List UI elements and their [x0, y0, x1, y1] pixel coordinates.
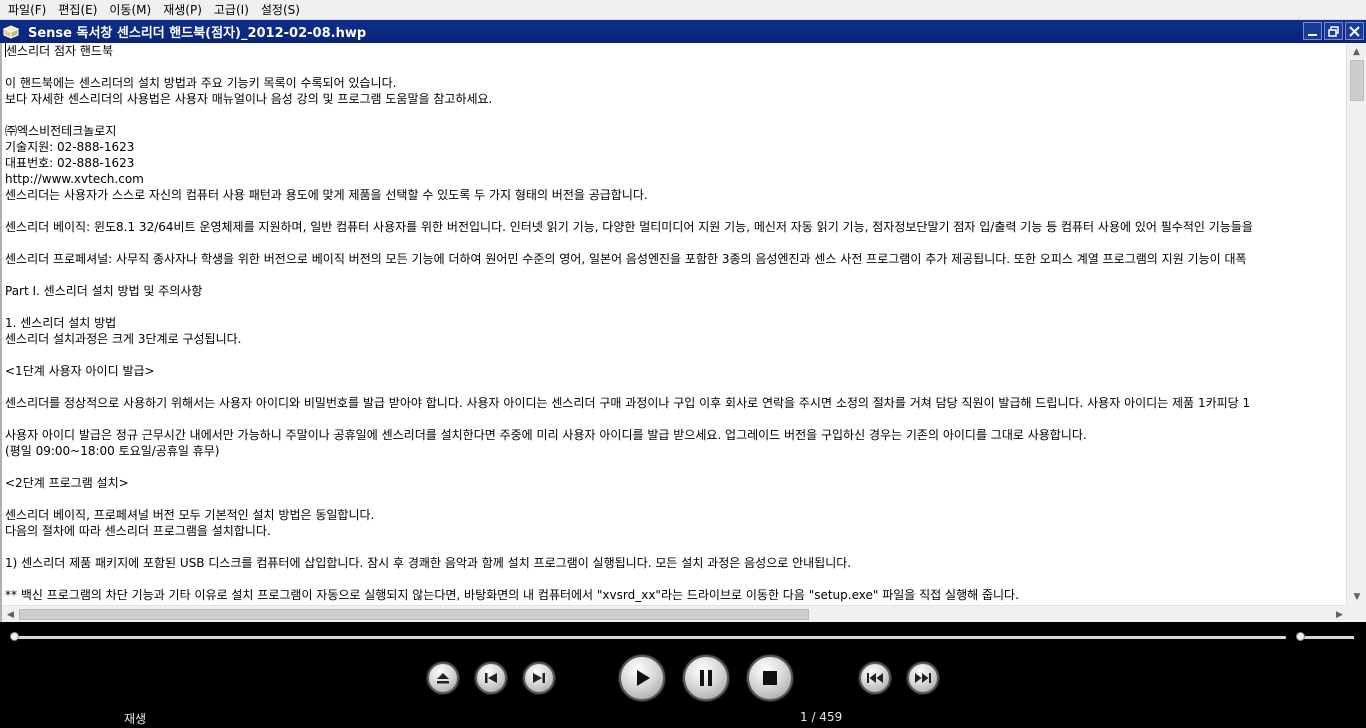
scrollbar-corner [1346, 605, 1366, 622]
scroll-down-icon[interactable]: ▼ [1347, 588, 1366, 605]
seek-bar[interactable] [14, 636, 1286, 639]
scroll-up-icon[interactable]: ▲ [1347, 43, 1366, 60]
document-line: 대표번호: 02-888-1623 [5, 156, 135, 170]
menu-advanced[interactable]: 고급(I) [208, 1, 255, 19]
next-button[interactable] [523, 662, 555, 694]
stop-button[interactable] [747, 655, 793, 701]
document-line: <2단계 프로그램 설치> [5, 476, 129, 490]
document-text[interactable]: 센스리더 점자 핸드북이 핸드북에는 센스리더의 설치 방법과 주요 기능키 목… [5, 43, 1345, 603]
document-line: <1단계 사용자 아이디 발급> [5, 364, 155, 378]
document-line: (평일 09:00~18:00 토요일/공휴일 휴무) [5, 444, 220, 458]
document-line: http://www.xvtech.com [5, 172, 144, 186]
page-indicator: 1 / 459 [800, 710, 843, 724]
document-line: 센스리더 설치과정은 크게 3단계로 구성됩니다. [5, 332, 242, 346]
minimize-icon [1308, 33, 1317, 36]
menu-bar: 파일(F) 편집(E) 이동(M) 재생(P) 고급(I) 설정(S) [0, 0, 1366, 20]
fast-forward-button[interactable] [907, 662, 939, 694]
document-line: 보다 자세한 센스리더의 사용법은 사용자 매뉴얼이나 음성 강의 및 프로그램… [5, 92, 493, 106]
menu-move[interactable]: 이동(M) [103, 1, 157, 19]
menu-play[interactable]: 재생(P) [157, 1, 208, 19]
eject-button[interactable] [427, 662, 459, 694]
vertical-scroll-thumb[interactable] [1350, 60, 1364, 101]
scroll-left-icon[interactable]: ◀ [2, 606, 19, 623]
document-line: 사용자 아이디 발급은 정규 근무시간 내에서만 가능하니 주말이나 공휴일에 … [5, 428, 1087, 442]
document-line: Part I. 센스리더 설치 방법 및 주의사항 [5, 284, 203, 298]
close-icon [1349, 25, 1360, 37]
rewind-button[interactable] [859, 662, 891, 694]
play-icon [637, 670, 650, 686]
pause-icon [700, 670, 712, 686]
vertical-scrollbar[interactable]: ▲ ▼ [1346, 43, 1366, 605]
eject-icon [437, 673, 449, 684]
document-line: 1. 센스리더 설치 방법 [5, 316, 117, 330]
stop-icon [763, 671, 777, 685]
volume-bar[interactable] [1298, 636, 1354, 639]
player-panel: 재생 1 / 459 [0, 622, 1366, 728]
menu-settings[interactable]: 설정(S) [255, 1, 306, 19]
menu-file[interactable]: 파일(F) [2, 1, 52, 19]
previous-icon [485, 673, 497, 683]
restore-button[interactable] [1324, 22, 1343, 40]
next-icon [533, 673, 545, 683]
document-line: 기술지원: 02-888-1623 [5, 140, 135, 154]
minimize-button[interactable] [1303, 22, 1322, 40]
fast-forward-icon [915, 673, 931, 683]
document-line: 다음의 절차에 따라 센스리더 프로그램을 설치합니다. [5, 524, 271, 538]
horizontal-scrollbar[interactable]: ◀ ▶ [2, 605, 1348, 622]
playback-status: 재생 [124, 712, 147, 726]
play-button[interactable] [619, 655, 665, 701]
document-line: 센스리더를 정상적으로 사용하기 위해서는 사용자 아이디와 비밀번호를 발급 … [5, 396, 1251, 410]
rewind-icon [867, 673, 883, 683]
horizontal-scroll-thumb[interactable] [19, 609, 809, 620]
document-line: 1) 센스리더 제품 패키지에 포함된 USB 디스크를 컴퓨터에 삽입합니다.… [5, 556, 852, 570]
title-bar: Sense 독서창 센스리더 핸드북(점자)_2012-02-08.hwp [0, 20, 1366, 43]
text-caret [5, 43, 6, 57]
previous-button[interactable] [475, 662, 507, 694]
volume-handle[interactable] [1296, 632, 1305, 641]
document-line: ** 백신 프로그램의 차단 기능과 기타 이유로 설치 프로그램이 자동으로 … [5, 588, 1019, 602]
document-icon [0, 20, 22, 43]
document-line: 센스리더 점자 핸드북 [5, 43, 113, 58]
close-button[interactable] [1345, 22, 1364, 40]
window-title: Sense 독서창 센스리더 핸드북(점자)_2012-02-08.hwp [28, 26, 367, 41]
document-line: 센스리더 베이직, 프로페셔널 버전 모두 기본적인 설치 방법은 동일합니다. [5, 508, 375, 522]
window-controls [1303, 22, 1364, 40]
document-line: 센스리더 베이직: 윈도8.1 32/64비트 운영체제를 지원하며, 일반 컴… [5, 220, 1253, 234]
document-line: 센스리더 프로페셔널: 사무직 종사자나 학생을 위한 버전으로 베이직 버전의… [5, 252, 1247, 266]
document-line: 이 핸드북에는 센스리더의 설치 방법과 주요 기능키 목록이 수록되어 있습니… [5, 76, 397, 90]
restore-icon [1328, 25, 1339, 37]
document-line: ㈜엑스비전테크놀로지 [5, 124, 117, 138]
document-view[interactable]: 센스리더 점자 핸드북이 핸드북에는 센스리더의 설치 방법과 주요 기능키 목… [0, 43, 1366, 622]
pause-button[interactable] [683, 655, 729, 701]
menu-edit[interactable]: 편집(E) [52, 1, 103, 19]
seek-handle[interactable] [10, 632, 19, 641]
document-line: 센스리더는 사용자가 스스로 자신의 컴퓨터 사용 패턴과 용도에 맞게 제품을… [5, 188, 648, 202]
